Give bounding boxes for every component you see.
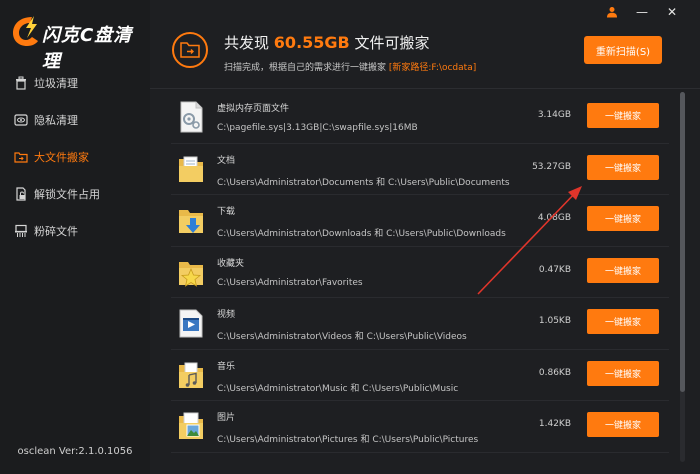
file-size: 1.05KB [538, 316, 571, 326]
documents-folder-icon [179, 156, 203, 182]
move-button[interactable]: 一键搬家 [587, 206, 659, 231]
list-item: 视频 C:\Users\Administrator\Videos 和 C:\Us… [171, 298, 669, 350]
move-button[interactable]: 一键搬家 [587, 412, 659, 437]
close-button[interactable]: ✕ [664, 4, 680, 20]
minimize-icon: — [636, 5, 648, 19]
move-button[interactable]: 一键搬家 [587, 309, 659, 334]
file-name: 收藏夹 [217, 258, 245, 269]
file-name: 音乐 [217, 361, 236, 372]
summary-title-suffix: 文件可搬家 [354, 34, 430, 52]
favorites-folder-icon [179, 261, 203, 287]
sidebar-item-large-file-move[interactable]: 大文件搬家 [0, 138, 150, 175]
sidebar-item-label: 粉碎文件 [34, 224, 78, 238]
minimize-button[interactable]: — [634, 4, 650, 20]
file-path: C:\pagefile.sys|3.13GB|C:\swapfile.sys|1… [217, 123, 418, 133]
header-divider [150, 88, 700, 89]
sidebar-item-privacy-clean[interactable]: 隐私清理 [0, 101, 150, 138]
folder-move-icon [14, 151, 28, 163]
large-file-list: 虚拟内存页面文件 C:\pagefile.sys|3.13GB|C:\swapf… [171, 92, 669, 453]
folder-move-icon [180, 42, 200, 58]
sidebar-item-junk-clean[interactable]: 垃圾清理 [0, 64, 150, 101]
move-button[interactable]: 一键搬家 [587, 360, 659, 386]
videos-folder-icon [179, 309, 203, 338]
file-path: C:\Users\Administrator\Downloads 和 C:\Us… [217, 229, 506, 239]
file-name: 下载 [217, 207, 236, 217]
sidebar-item-label: 垃圾清理 [34, 76, 78, 90]
close-icon: ✕ [666, 5, 678, 19]
music-folder-icon [179, 362, 203, 388]
sidebar-item-unlock-file[interactable]: 解锁文件占用 [0, 175, 150, 212]
summary-subtitle: 扫描完成，根据自己的需求进行一键搬家 [新家路径:F:\ocdata] [224, 60, 476, 73]
file-path: C:\Users\Administrator\Videos 和 C:\Users… [217, 332, 467, 342]
summary-total-size: 60.55GB [273, 33, 350, 52]
file-name: 虚拟内存页面文件 [217, 104, 290, 114]
summary-status-text: 扫描完成，根据自己的需求进行一键搬家 [224, 63, 387, 73]
sidebar-nav: 垃圾清理 隐私清理 大文件搬家 解锁文件占用 粉碎文件 [0, 64, 150, 249]
user-icon [607, 7, 617, 18]
pictures-folder-icon [179, 412, 203, 439]
list-item: 下载 C:\Users\Administrator\Downloads 和 C:… [171, 195, 669, 247]
list-item: 收藏夹 C:\Users\Administrator\Favorites 0.4… [171, 247, 669, 298]
list-item: 文档 C:\Users\Administrator\Documents 和 C:… [171, 144, 669, 195]
move-button[interactable]: 一键搬家 [587, 154, 659, 180]
unlock-icon [16, 186, 26, 201]
file-size: 3.14GB [537, 110, 571, 120]
file-size: 4.08GB [537, 213, 571, 223]
sidebar-item-shred-file[interactable]: 粉碎文件 [0, 212, 150, 249]
scrollbar-thumb[interactable] [680, 92, 685, 392]
file-name: 图片 [217, 413, 236, 423]
file-size: 53.27GB [532, 161, 571, 172]
file-size: 0.86KB [538, 367, 571, 378]
file-path: C:\Users\Administrator\Documents 和 C:\Us… [217, 177, 510, 188]
sidebar-item-label: 解锁文件占用 [34, 187, 100, 201]
eye-icon [14, 113, 28, 126]
file-path: C:\Users\Administrator\Music 和 C:\Users\… [217, 383, 459, 394]
summary-title-prefix: 共发现 [224, 34, 270, 52]
downloads-folder-icon [179, 210, 203, 233]
summary-title: 共发现 60.55GB 文件可搬家 [224, 32, 430, 53]
destination-path: [新家路径:F:\ocdata] [388, 63, 477, 73]
sidebar-item-label: 大文件搬家 [34, 150, 89, 164]
file-path: C:\Users\Administrator\Pictures 和 C:\Use… [217, 435, 479, 445]
scan-summary-header: 共发现 60.55GB 文件可搬家 扫描完成，根据自己的需求进行一键搬家 [新家… [150, 20, 700, 88]
list-item: 音乐 C:\Users\Administrator\Music 和 C:\Use… [171, 350, 669, 401]
file-name: 视频 [217, 310, 236, 320]
file-size: 0.47KB [538, 264, 571, 275]
logo-icon [13, 16, 38, 46]
app-logo: 闪克C盘清理 [8, 12, 148, 72]
file-path: C:\Users\Administrator\Favorites [217, 277, 363, 288]
move-button[interactable]: 一键搬家 [587, 257, 659, 283]
shred-icon [15, 224, 27, 237]
summary-badge [172, 32, 208, 68]
rescan-button[interactable]: 重新扫描(S) [584, 36, 662, 64]
version-label: osclean Ver:2.1.0.1056 [17, 446, 133, 457]
file-size: 1.42KB [538, 419, 571, 429]
move-button[interactable]: 一键搬家 [587, 103, 659, 128]
file-name: 文档 [217, 155, 236, 166]
sidebar: 闪克C盘清理 垃圾清理 隐私清理 大文件搬家 解锁文件占用 粉碎文件 oscle… [0, 0, 150, 474]
sidebar-item-label: 隐私清理 [34, 113, 78, 127]
trash-icon [16, 76, 26, 90]
list-item: 图片 C:\Users\Administrator\Pictures 和 C:\… [171, 401, 669, 453]
list-item: 虚拟内存页面文件 C:\pagefile.sys|3.13GB|C:\swapf… [171, 92, 669, 144]
system-file-icon [180, 101, 203, 133]
user-button[interactable] [604, 4, 620, 20]
